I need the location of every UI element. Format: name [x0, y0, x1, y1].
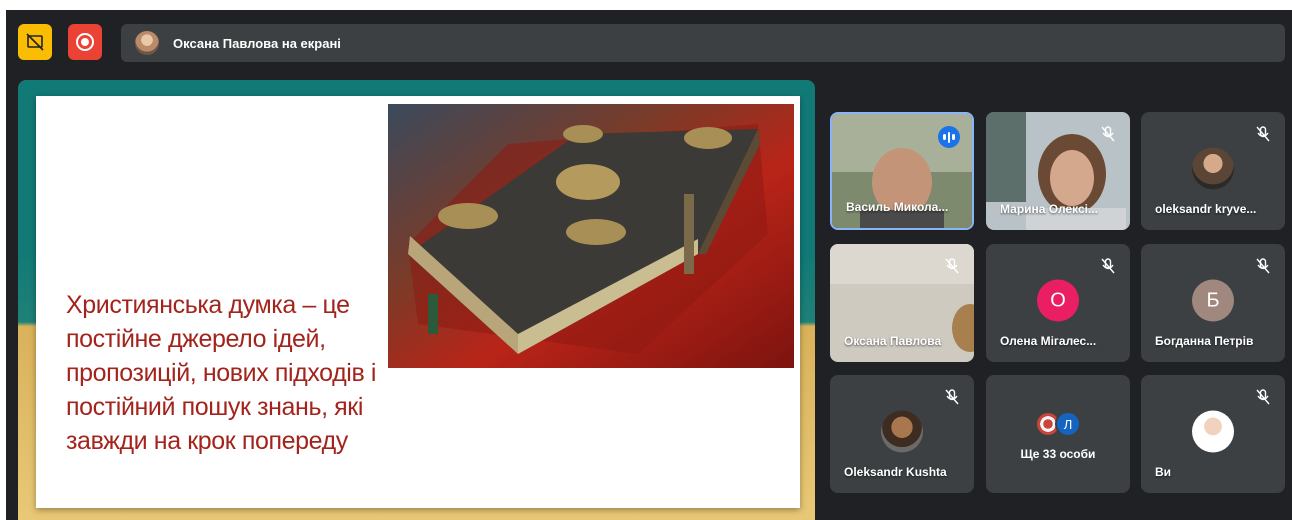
mic-off-icon: [1253, 387, 1273, 407]
participant-name: oleksandr kryve...: [1155, 202, 1257, 216]
participant-tile[interactable]: Оксана Павлова: [830, 244, 974, 362]
participant-tile[interactable]: Марина Олексі...: [986, 112, 1130, 230]
avatar: Л: [1055, 411, 1081, 437]
speaking-indicator-icon: [938, 126, 960, 148]
avatar: [881, 410, 923, 453]
participant-tile[interactable]: Oleksandr Kushta: [830, 375, 974, 493]
stop-presenting-button[interactable]: [18, 24, 52, 60]
participant-name: Василь Микола...: [846, 200, 949, 214]
presenter-avatar: [135, 31, 159, 55]
participant-name: Оксана Павлова: [844, 334, 942, 348]
avatar: Б: [1192, 279, 1234, 322]
self-tile[interactable]: Ви: [1141, 375, 1285, 493]
participant-name: Ви: [1155, 465, 1172, 479]
meeting-window: Оксана Павлова на екрані Християнська ду…: [6, 10, 1292, 520]
participant-tile[interactable]: Б Богданна Петрів: [1141, 244, 1285, 362]
avatar: [1192, 410, 1234, 453]
more-participants-tile[interactable]: Л Ще 33 особи: [986, 375, 1130, 493]
record-icon: [76, 33, 94, 51]
mic-off-icon: [1098, 124, 1118, 144]
participant-name: Богданна Петрів: [1155, 334, 1254, 348]
presenter-banner-text: Оксана Павлова на екрані: [173, 35, 341, 51]
mic-off-icon: [1253, 124, 1273, 144]
participant-name: Марина Олексі...: [1000, 202, 1098, 216]
participant-name: Олена Мігалес...: [1000, 334, 1097, 348]
participant-tile[interactable]: О Олена Мігалес...: [986, 244, 1130, 362]
recording-button[interactable]: [68, 24, 102, 60]
more-participants-avatars: Л: [1035, 411, 1081, 437]
avatar: [1192, 147, 1234, 190]
avatar: О: [1037, 279, 1079, 322]
mic-off-icon: [942, 256, 962, 276]
presentation-slide: Християнська думка – це постійне джерело…: [36, 96, 800, 508]
participant-name: Oleksandr Kushta: [844, 465, 947, 479]
bible-book-image: [388, 104, 794, 368]
presenter-banner: Оксана Павлова на екрані: [121, 24, 1285, 62]
mic-off-icon: [1098, 256, 1118, 276]
mic-off-icon: [1253, 256, 1273, 276]
more-participants-label: Ще 33 особи: [1020, 447, 1096, 461]
participant-tile[interactable]: Василь Микола...: [830, 112, 974, 230]
present-to-all-icon: [26, 33, 44, 51]
participant-tile[interactable]: oleksandr kryve...: [1141, 112, 1285, 230]
mic-off-icon: [942, 387, 962, 407]
slide-quote-text: Християнська думка – це постійне джерело…: [66, 291, 377, 455]
shared-presentation: Християнська думка – це постійне джерело…: [18, 80, 815, 520]
